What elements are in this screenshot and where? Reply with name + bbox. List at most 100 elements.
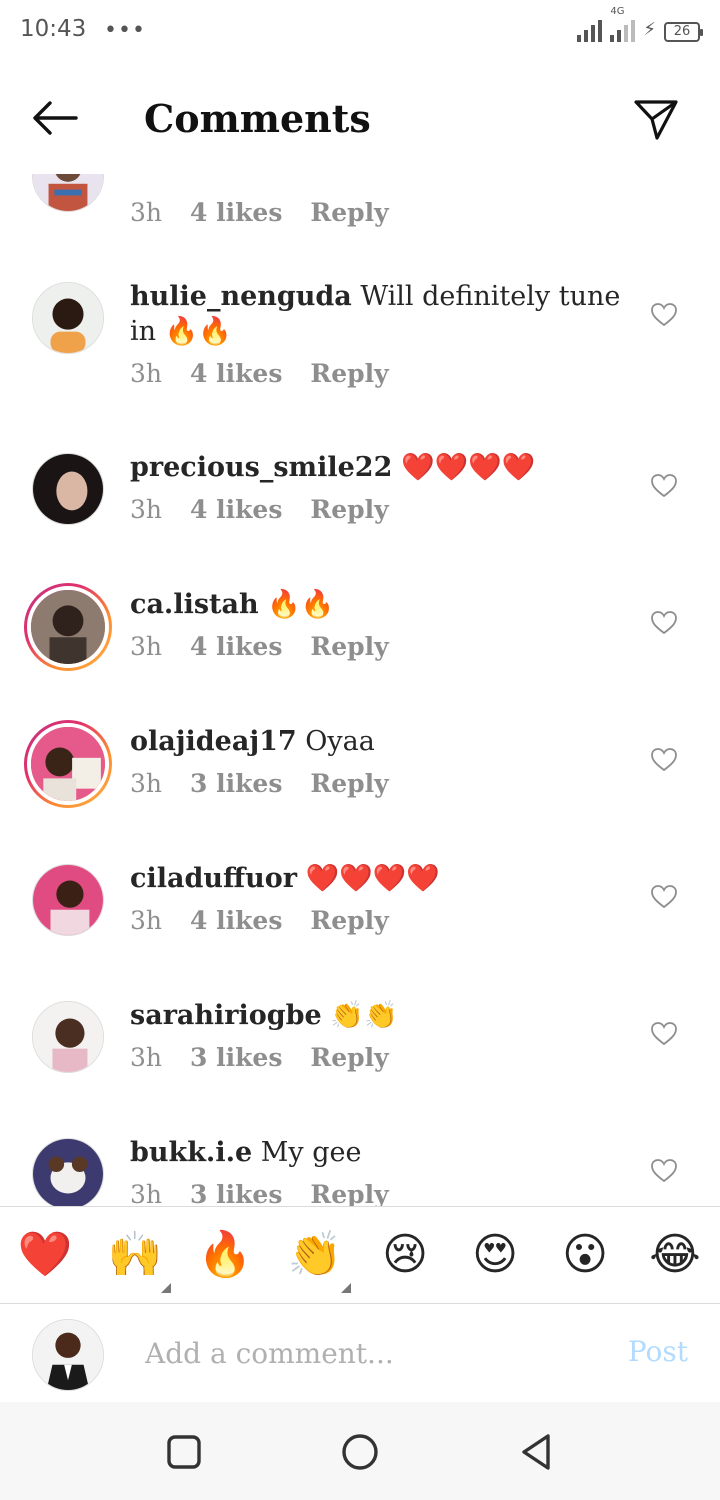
status-bar: 10:43 ••• 4G ⚡ 26 [0,0,720,64]
comment-likes[interactable]: 4 likes [190,632,282,661]
comment-username[interactable]: sarahiriogbe [130,1000,322,1031]
comment-text: ciladuffuor ❤️❤️❤️❤️ [130,861,630,896]
comment-row: ca.listah 🔥🔥 3h 4 likes Reply [0,583,720,724]
avatar[interactable] [32,1138,104,1206]
reply-button[interactable]: Reply [310,495,388,524]
skin-tone-indicator-icon [161,1283,171,1293]
avatar[interactable] [32,1001,104,1073]
comment-message: My gee [260,1137,362,1168]
crying-emoji-button[interactable]: 😢 [375,1225,435,1285]
comment-username[interactable]: hulie_nenguda [130,281,352,312]
reply-button[interactable]: Reply [310,1180,388,1206]
comment-row: precious_smile22 ❤️❤️❤️❤️ 3h 4 likes Rep… [0,450,720,587]
avatar[interactable] [32,282,104,354]
comment-time: 3h [130,1180,163,1206]
emoji-quick-bar: ❤️ 🙌 🔥 👏 😢 😍 😮 😂 [0,1206,720,1304]
heart-icon[interactable] [651,611,677,635]
comment-likes[interactable]: 3 likes [190,1043,282,1072]
comment-meta: 3h 4 likes Reply [130,495,630,524]
comment-text: hulie_nenguda Will definitely tune in 🔥🔥 [130,279,630,349]
back-nav-icon[interactable] [516,1432,556,1472]
reply-button[interactable]: Reply [310,1043,388,1072]
avatar[interactable] [32,864,104,936]
header: Comments [0,64,720,174]
reply-button[interactable]: Reply [310,359,388,388]
comment-likes[interactable]: 4 likes [190,495,282,524]
avatar-story-ring[interactable] [24,720,112,808]
heart-icon[interactable] [651,885,677,909]
comment-likes[interactable]: 3 likes [190,1180,282,1206]
back-arrow-icon[interactable] [30,98,80,138]
page-title: Comments [144,96,371,141]
network-type-label: 4G [610,6,625,17]
comment-row: hulie_nenguda Will definitely tune in 🔥🔥… [0,279,720,416]
signal-icon [577,18,603,42]
comment-row: sarahiriogbe 👏👏 3h 3 likes Reply [0,998,720,1135]
comment-username[interactable]: ciladuffuor [130,863,297,894]
skin-tone-indicator-icon [341,1283,351,1293]
avatar[interactable] [32,174,104,212]
comment-time: 3h [130,1043,163,1072]
comment-time: 3h [130,359,163,388]
laughing-emoji-button[interactable]: 😂 [645,1225,705,1285]
avatar[interactable] [32,453,104,525]
comment-row: 3h 4 likes Reply [0,174,720,227]
fire-emoji-button[interactable]: 🔥 [195,1225,255,1285]
comment-meta: 3h 4 likes Reply [130,359,630,388]
comments-list[interactable]: 3h 4 likes Reply hulie_nenguda Will defi… [0,174,720,1206]
comment-emoji: 🔥🔥 [267,589,335,620]
comment-message: Oyaa [305,726,375,757]
comment-likes[interactable]: 4 likes [190,359,282,388]
heart-icon[interactable] [651,474,677,498]
comment-meta: 3h 4 likes Reply [130,198,630,227]
charging-icon: ⚡ [643,19,656,40]
comment-time: 3h [130,769,163,798]
battery-icon: 26 [664,22,703,42]
comment-likes[interactable]: 3 likes [190,769,282,798]
comment-time: 3h [130,632,163,661]
comment-text: bukk.i.e My gee [130,1135,630,1170]
comment-likes[interactable]: 4 likes [190,198,282,227]
recent-apps-icon[interactable] [164,1432,204,1472]
comment-emoji: ❤️❤️❤️❤️ [305,863,441,894]
raising-hands-emoji-button[interactable]: 🙌 [105,1225,171,1293]
comment-username[interactable]: bukk.i.e [130,1137,252,1168]
comment-username[interactable]: ca.listah [130,589,259,620]
comment-username[interactable]: olajideaj17 [130,726,297,757]
comment-text: olajideaj17 Oyaa [130,724,630,759]
reply-button[interactable]: Reply [310,769,388,798]
comment-composer: Post [0,1305,720,1402]
red-heart-emoji-button[interactable]: ❤️ [15,1225,75,1285]
comment-input[interactable] [145,1331,585,1375]
home-icon[interactable] [340,1432,380,1472]
heart-eyes-emoji-button[interactable]: 😍 [465,1225,525,1285]
clapping-emoji: 👏 [287,1229,343,1280]
comment-username[interactable]: precious_smile22 [130,452,392,483]
comment-text: ca.listah 🔥🔥 [130,587,630,622]
reply-button[interactable]: Reply [310,906,388,935]
comment-meta: 3h 4 likes Reply [130,906,630,935]
comment-time: 3h [130,198,163,227]
comment-row: bukk.i.e My gee 3h 3 likes Reply [0,1135,720,1206]
current-user-avatar[interactable] [32,1319,104,1391]
heart-icon[interactable] [651,1022,677,1046]
reply-button[interactable]: Reply [310,198,388,227]
comment-time: 3h [130,906,163,935]
comment-likes[interactable]: 4 likes [190,906,282,935]
comment-emoji: ❤️❤️❤️❤️ [400,452,536,483]
notification-dots-icon: ••• [104,18,146,43]
clapping-emoji-button[interactable]: 👏 [285,1225,351,1293]
post-button[interactable]: Post [628,1335,688,1368]
comment-emoji: 🔥🔥 [164,316,232,347]
heart-icon[interactable] [651,748,677,772]
reply-button[interactable]: Reply [310,632,388,661]
avatar-story-ring[interactable] [24,583,112,671]
surprised-emoji-button[interactable]: 😮 [555,1225,615,1285]
comment-text: precious_smile22 ❤️❤️❤️❤️ [130,450,630,485]
direct-message-icon[interactable] [632,98,680,142]
status-icons: 4G ⚡ 26 [577,6,703,42]
battery-level: 26 [673,24,691,39]
heart-icon[interactable] [651,303,677,327]
comment-row: ciladuffuor ❤️❤️❤️❤️ 3h 4 likes Reply [0,861,720,998]
heart-icon[interactable] [651,1159,677,1183]
